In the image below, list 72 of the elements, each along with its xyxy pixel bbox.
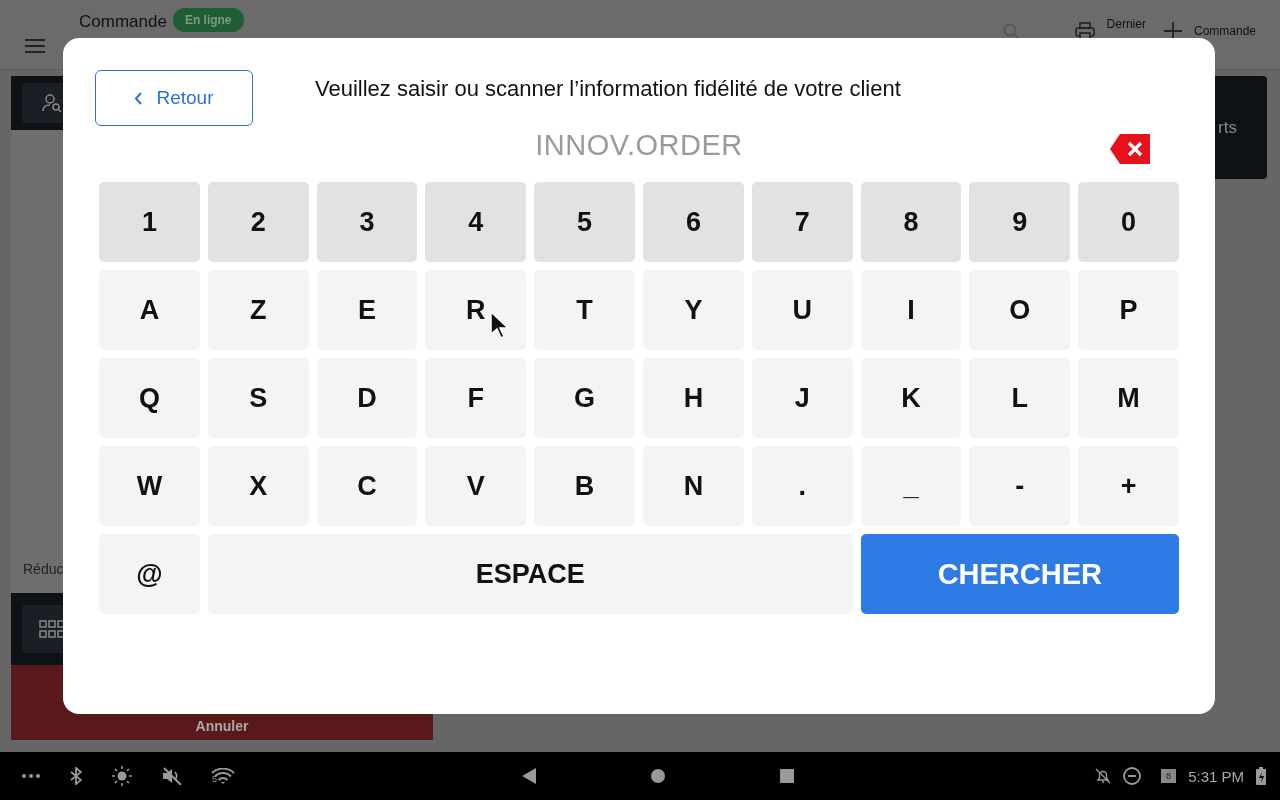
- battery-charging-icon[interactable]: [1256, 767, 1266, 785]
- key[interactable]: Z: [207, 270, 309, 350]
- back-icon[interactable]: [522, 768, 536, 784]
- plus-icon[interactable]: [1163, 22, 1182, 40]
- new-order-button[interactable]: Commande: [1193, 24, 1256, 38]
- user-search-icon: [42, 94, 62, 112]
- backspace-icon[interactable]: [1110, 134, 1150, 164]
- key[interactable]: I: [860, 270, 962, 350]
- key[interactable]: +: [1078, 446, 1179, 526]
- key[interactable]: H: [643, 358, 744, 438]
- key[interactable]: 9: [969, 182, 1071, 262]
- key[interactable]: N: [643, 446, 744, 526]
- key[interactable]: E: [316, 270, 418, 350]
- notification-count: 8: [1161, 769, 1177, 783]
- search-icon[interactable]: [1002, 23, 1021, 41]
- key[interactable]: Y: [643, 270, 744, 350]
- key[interactable]: 4: [425, 182, 527, 262]
- space-key[interactable]: ESPACE: [207, 534, 853, 614]
- home-icon[interactable]: [651, 769, 665, 783]
- key[interactable]: O: [969, 270, 1071, 350]
- key[interactable]: 1: [99, 182, 200, 262]
- key[interactable]: T: [534, 270, 635, 350]
- wifi-band-label: 5: [212, 774, 217, 784]
- key[interactable]: -: [969, 446, 1071, 526]
- key[interactable]: M: [1078, 358, 1179, 438]
- key[interactable]: L: [969, 358, 1071, 438]
- search-button[interactable]: CHERCHER: [860, 534, 1179, 614]
- do-not-disturb-icon[interactable]: [1123, 767, 1142, 785]
- key[interactable]: A: [99, 270, 200, 350]
- back-button[interactable]: Retour: [95, 70, 253, 126]
- key[interactable]: K: [860, 358, 962, 438]
- key[interactable]: 3: [316, 182, 418, 262]
- key[interactable]: G: [534, 358, 635, 438]
- key[interactable]: Q: [99, 358, 200, 438]
- key[interactable]: .: [751, 446, 853, 526]
- notifications-off-icon[interactable]: [1095, 768, 1112, 784]
- key[interactable]: F: [425, 358, 527, 438]
- key[interactable]: R: [425, 270, 527, 350]
- sound-off-icon[interactable]: [162, 767, 182, 785]
- key[interactable]: 7: [751, 182, 853, 262]
- key[interactable]: X: [207, 446, 309, 526]
- page-title: Commande: [79, 12, 167, 32]
- key[interactable]: 0: [1078, 182, 1179, 262]
- more-icon[interactable]: [22, 774, 40, 778]
- brightness-icon[interactable]: [112, 766, 132, 786]
- dialog-title: Veuillez saisir ou scanner l’information fidélité de votre client: [315, 76, 901, 102]
- chevron-left-icon: [134, 91, 143, 105]
- cursor-icon: [490, 311, 508, 339]
- key[interactable]: B: [534, 446, 635, 526]
- last-ticket-button[interactable]: Dernier: [1106, 17, 1146, 31]
- key[interactable]: 6: [643, 182, 744, 262]
- key[interactable]: J: [751, 358, 853, 438]
- bluetooth-icon[interactable]: [70, 767, 82, 785]
- clock: 5:31 PM: [1188, 767, 1244, 785]
- key[interactable]: 5: [534, 182, 635, 262]
- discount-label: Réduc: [23, 561, 64, 577]
- key[interactable]: 8: [860, 182, 962, 262]
- menu-icon[interactable]: [25, 38, 45, 53]
- key[interactable]: D: [316, 358, 418, 438]
- key[interactable]: _: [860, 446, 962, 526]
- wifi-icon[interactable]: [211, 768, 235, 784]
- grid-icon: [39, 620, 65, 638]
- key[interactable]: P: [1078, 270, 1179, 350]
- key[interactable]: S: [207, 358, 309, 438]
- key[interactable]: C: [316, 446, 418, 526]
- status-badge: En ligne: [172, 8, 244, 32]
- key[interactable]: @: [99, 534, 200, 614]
- printer-icon[interactable]: [1074, 22, 1095, 40]
- key[interactable]: W: [99, 446, 200, 526]
- key[interactable]: 2: [207, 182, 309, 262]
- key[interactable]: U: [751, 270, 853, 350]
- key[interactable]: V: [425, 446, 527, 526]
